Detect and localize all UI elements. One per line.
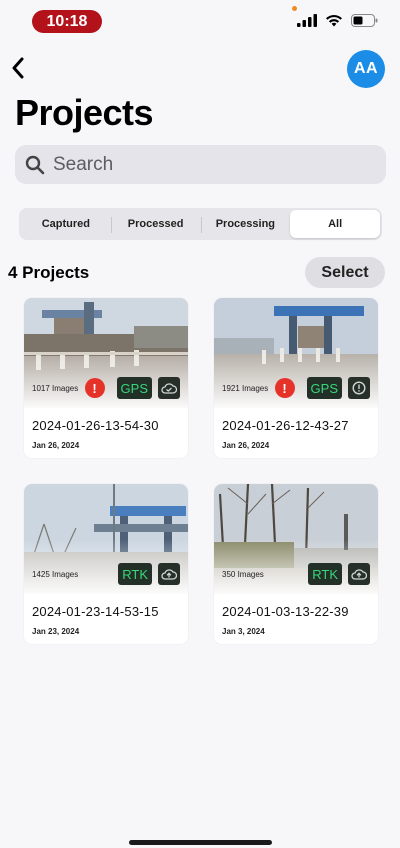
- card-badges: RTK: [118, 563, 180, 585]
- status-icons: [297, 14, 378, 27]
- project-card[interactable]: 350 Images RTK 2024-01-03-13-22-39 Jan 3…: [214, 484, 378, 644]
- image-count: 350 Images: [222, 570, 264, 579]
- project-name: 2024-01-23-14-53-15: [32, 604, 159, 619]
- rtk-badge: RTK: [308, 563, 342, 585]
- image-count: 1425 Images: [32, 570, 79, 579]
- tab-processing[interactable]: Processing: [200, 210, 291, 238]
- battery-icon: [351, 14, 378, 27]
- warning-icon[interactable]: !: [84, 378, 105, 398]
- card-badges: ! GPS: [274, 377, 370, 399]
- project-name: 2024-01-26-12-43-27: [222, 418, 349, 433]
- warning-icon[interactable]: !: [274, 378, 295, 398]
- privacy-indicator-dot: [292, 6, 297, 11]
- project-name: 2024-01-26-13-54-30: [32, 418, 159, 433]
- status-bar: 10:18: [0, 0, 400, 44]
- wifi-icon: [326, 14, 342, 27]
- project-card[interactable]: 1425 Images RTK 2024-01-23-14-53-15 Jan …: [24, 484, 188, 644]
- card-badges: ! GPS: [84, 377, 180, 399]
- card-badges: RTK: [308, 563, 370, 585]
- project-card[interactable]: 1017 Images ! GPS 2024-01-26-13-54-30 Ja…: [24, 298, 188, 458]
- avatar[interactable]: AA: [347, 50, 385, 88]
- project-card[interactable]: 1921 Images ! GPS 2024-01-26-12-43-27 Ja…: [214, 298, 378, 458]
- tab-all[interactable]: All: [290, 210, 380, 238]
- page-title: Projects: [15, 92, 154, 133]
- gps-badge: GPS: [116, 377, 152, 399]
- project-date: Jan 3, 2024: [222, 627, 265, 636]
- search-input[interactable]: [53, 153, 353, 176]
- cloud-upload-icon[interactable]: [158, 563, 180, 585]
- back-button[interactable]: [6, 54, 30, 82]
- search-icon: [25, 155, 45, 174]
- tab-captured[interactable]: Captured: [21, 210, 111, 238]
- image-count: 1921 Images: [222, 384, 269, 393]
- project-date: Jan 26, 2024: [32, 441, 80, 450]
- alert-circle-icon[interactable]: [348, 377, 370, 399]
- home-indicator[interactable]: [129, 840, 272, 845]
- cloud-check-icon[interactable]: [158, 377, 180, 399]
- image-count: 1017 Images: [32, 384, 79, 393]
- rtk-badge: RTK: [118, 563, 152, 585]
- project-date: Jan 26, 2024: [222, 441, 270, 450]
- project-count: 4 Projects: [8, 263, 90, 282]
- chevron-left-icon: [12, 57, 24, 79]
- project-date: Jan 23, 2024: [32, 627, 80, 636]
- filter-segmented-control: Captured Processed Processing All: [19, 208, 382, 240]
- gps-badge: GPS: [306, 377, 342, 399]
- select-button[interactable]: Select: [305, 257, 385, 288]
- cellular-signal-icon: [297, 14, 317, 27]
- project-name: 2024-01-03-13-22-39: [222, 604, 349, 619]
- search-bar[interactable]: [15, 145, 386, 184]
- status-time: 10:18: [32, 10, 102, 33]
- tab-processed[interactable]: Processed: [110, 210, 201, 238]
- cloud-upload-icon[interactable]: [348, 563, 370, 585]
